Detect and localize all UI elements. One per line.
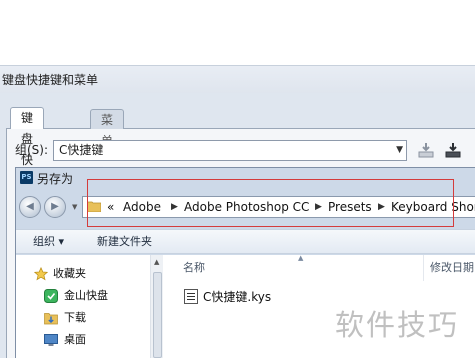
new-folder-button[interactable]: 新建文件夹: [97, 230, 152, 253]
organize-button[interactable]: 组织 ▾: [33, 230, 64, 253]
set-select-value: C快捷键: [59, 143, 104, 157]
photoshop-icon: PS: [20, 171, 33, 184]
save-set-icon[interactable]: [416, 140, 436, 160]
sort-ascending-icon: ▲: [298, 254, 304, 262]
command-bar: 组织 ▾ 新建文件夹: [16, 229, 475, 254]
kuaipan-icon: [44, 289, 58, 303]
navigation-pane-scrollbar[interactable]: ▲: [150, 255, 163, 358]
nav-item-label: 桌面: [64, 333, 86, 346]
nav-item-label: 收藏夹: [53, 267, 86, 280]
nav-item-desktop[interactable]: 桌面: [16, 330, 150, 350]
nav-item-kuaipan[interactable]: 金山快盘: [16, 286, 150, 306]
kys-file-icon: [184, 289, 198, 304]
recent-locations-chevron-icon[interactable]: ▼: [72, 203, 77, 211]
column-header-name[interactable]: 名称: [183, 255, 205, 281]
chevron-down-icon: ▼: [396, 145, 403, 155]
back-button[interactable]: ◀: [19, 196, 41, 218]
keyboard-shortcuts-dialog-title: 键盘快捷键和菜单: [0, 65, 475, 93]
scroll-up-icon[interactable]: ▲: [154, 258, 159, 266]
column-header-date-modified[interactable]: 修改日期: [430, 255, 474, 281]
screenshot-root: 键盘快捷键和菜单 菜单 键盘快捷键 组(S): C快捷键 ▼ PS 另存为 ◀ …: [0, 0, 475, 358]
scrollbar-thumb[interactable]: [153, 272, 162, 358]
forward-arrow-icon: ▶: [51, 201, 59, 212]
nav-item-downloads[interactable]: 下载: [16, 308, 150, 328]
navigation-pane: 收藏夹 金山快盘 下载 桌面: [16, 255, 150, 358]
column-divider[interactable]: [423, 255, 424, 281]
highlight-annotation-box: [87, 179, 454, 227]
desktop-icon: [44, 334, 58, 346]
back-arrow-icon: ◀: [26, 201, 34, 212]
nav-item-label: 金山快盘: [64, 289, 108, 302]
set-label: 组(S):: [15, 143, 49, 157]
save-as-title: 另存为: [37, 172, 74, 186]
nav-item-favorites[interactable]: 收藏夹: [16, 264, 150, 284]
save-set-as-icon[interactable]: [443, 140, 463, 160]
tab-menus[interactable]: 菜单: [90, 109, 125, 148]
set-select[interactable]: C快捷键 ▼: [53, 140, 407, 161]
nav-item-label: 下载: [64, 311, 86, 324]
tab-keyboard-shortcuts[interactable]: 键盘快捷键: [10, 107, 45, 209]
download-folder-icon: [44, 313, 58, 325]
star-icon: [34, 267, 48, 281]
watermark-text: 软件技巧: [335, 308, 460, 342]
file-name: C快捷键.kys: [203, 290, 272, 304]
forward-button[interactable]: ▶: [44, 196, 66, 218]
